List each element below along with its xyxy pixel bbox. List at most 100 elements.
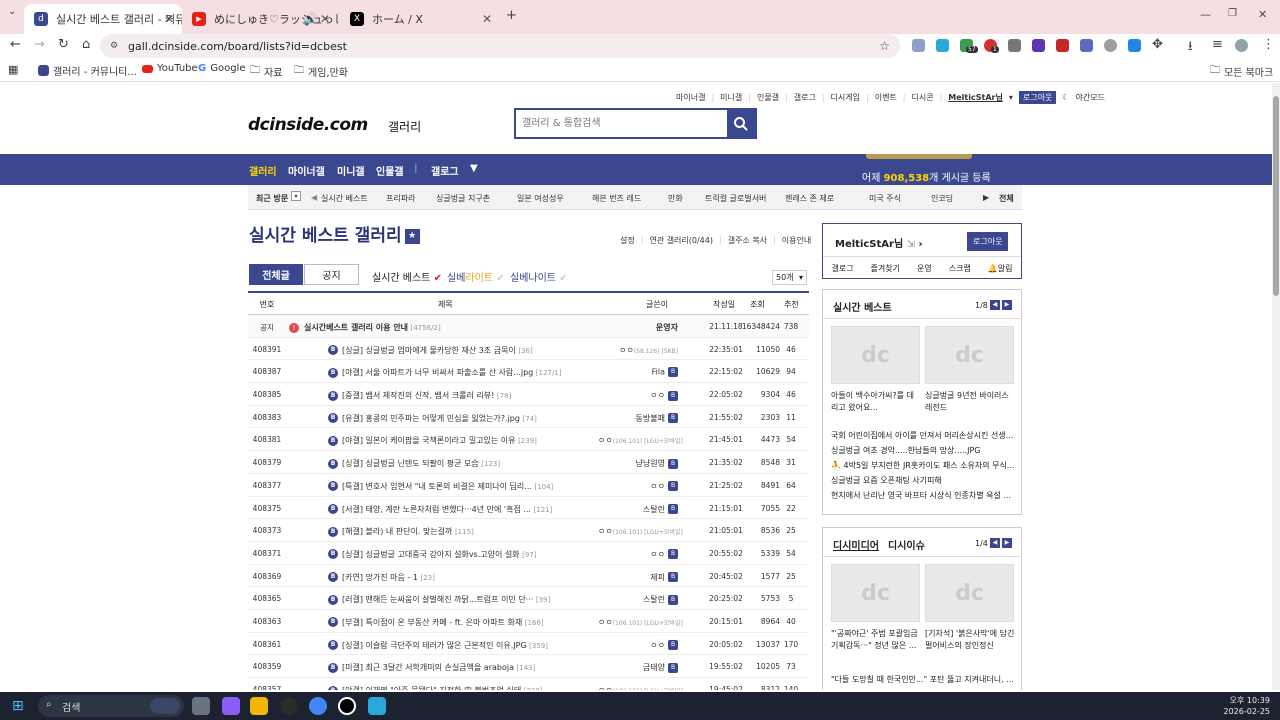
nav-minor[interactable]: 마이너갤 xyxy=(288,163,325,178)
search-button[interactable] xyxy=(727,110,755,137)
toplink-gallog[interactable]: 갤로그 xyxy=(794,92,816,103)
related-gallery-link[interactable]: 연관 갤러리(0/44) xyxy=(649,235,713,246)
copy-address-link[interactable]: 갤주소 복사 xyxy=(728,235,767,246)
post-title[interactable]: B [야갤] 서울 아파트가 너무 비싸서 파출소를 산 사람...jpg [12… xyxy=(328,367,628,378)
media-tab[interactable]: 디시미디어 xyxy=(833,537,879,552)
best-list-item[interactable]: 현지에서 난리난 영국 바프타 시상식 인종차별 욕설 ... xyxy=(831,490,1017,501)
toplink-person[interactable]: 인물갤 xyxy=(757,92,779,103)
toplink-mini[interactable]: 미니갤 xyxy=(720,92,742,103)
task-view-icon[interactable] xyxy=(192,697,210,715)
table-row[interactable]: 408365 B [러갤] 맨해든 눈싸움이 살벌해진 까닭...트럼프 이민 단·… xyxy=(248,587,809,610)
media-thumb-caption[interactable]: "'공짜야근' 주범 포괄임금 기획감독···" 정년 많은 ... xyxy=(831,628,921,652)
extension-icon[interactable] xyxy=(936,39,949,52)
extension-icon[interactable] xyxy=(1008,39,1021,52)
forward-icon[interactable]: → xyxy=(34,37,45,52)
post-writer[interactable]: ㅇㅇ(106.101) [LGU+모바일] xyxy=(598,617,683,628)
top-user-name[interactable]: MelticStAr님 xyxy=(948,92,1003,103)
recent-item[interactable]: 젠레스 존 제로 xyxy=(785,193,834,204)
nav-mini[interactable]: 미니갤 xyxy=(337,163,365,178)
app-icon[interactable] xyxy=(368,697,386,715)
toplink-game[interactable]: 디시게임 xyxy=(831,92,860,103)
table-row[interactable]: 408359 B [미갤] 최근 3달간 서학개미의 손실금액을 araboja [… xyxy=(248,655,809,678)
table-row[interactable]: 408373 B [해갤] 블라) 내 판단이. 맞는걸까 [115] ㅇㅇ(106.… xyxy=(248,519,809,542)
menu-icon[interactable]: ⋮ xyxy=(1262,37,1275,52)
toplink-minor[interactable]: 마이너갤 xyxy=(676,92,705,103)
nav-gallog[interactable]: 갤로그 xyxy=(431,163,459,178)
back-icon[interactable]: ← xyxy=(10,37,21,52)
post-writer[interactable]: ㅇㅇ B xyxy=(598,390,678,401)
bookmark-folder-games[interactable]: 🗀 게임,만화 xyxy=(294,63,348,80)
post-title[interactable]: B [카연] 망가진 마음 - 1 [23] xyxy=(328,572,628,583)
home-icon[interactable]: ⌂ xyxy=(82,37,90,52)
best-thumbnail[interactable]: dc xyxy=(925,326,1014,384)
prev-page-icon[interactable]: ◀ xyxy=(989,538,1000,548)
post-writer[interactable]: ㅇㅇ(58.126) [5KB] xyxy=(598,345,678,356)
issue-tab[interactable]: 디시이슈 xyxy=(888,537,925,552)
post-writer[interactable]: 제피 B xyxy=(598,572,678,583)
filter-realtime-best[interactable]: 실시간 베스트 ✔ xyxy=(372,269,442,284)
dark-mode-toggle[interactable]: 야간모드 xyxy=(1075,92,1104,103)
site-info-icon[interactable]: ⚙ xyxy=(110,41,118,51)
post-title[interactable]: B [서갤] 태양, 계란 노른자처럼 변했다···4년 만에 '흑점 ... [… xyxy=(328,504,628,515)
post-title[interactable]: B [싱갤] 싱글벙글 닌텐도 되팔이 평균 모습 [123] xyxy=(328,458,628,469)
recent-item[interactable]: 미국 주식 xyxy=(869,193,901,204)
bookmark-google[interactable]: G Google xyxy=(198,63,245,74)
post-title[interactable]: B [러갤] 맨해든 눈싸움이 살벌해진 까닭...트럼프 이민 단··· [39… xyxy=(328,594,628,605)
per-page-select[interactable]: 50개 ▾ xyxy=(772,270,807,285)
post-title[interactable]: B [유갤] 홍콩의 민주파는 어떻게 민심을 잃었는가?.jpg [74] xyxy=(328,413,628,424)
bookmark-youtube[interactable]: YouTube xyxy=(142,63,198,74)
apps-icon[interactable]: ▦ xyxy=(8,63,18,76)
chrome-icon[interactable] xyxy=(309,697,327,715)
reload-icon[interactable]: ↻ xyxy=(58,37,69,52)
menu-scrap[interactable]: 스크랩 xyxy=(949,263,971,274)
minimize-button[interactable]: — xyxy=(1200,8,1211,21)
table-row[interactable]: 408375 B [서갤] 태양, 계란 노른자처럼 변했다···4년 만에 '흑점… xyxy=(248,497,809,520)
media-thumb-caption[interactable]: [기자석] '붉은사막'에 담긴 펄어비스의 장인정신 xyxy=(925,628,1017,652)
download-icon[interactable]: ⭳ xyxy=(1188,37,1193,59)
close-tab-icon[interactable]: ✕ xyxy=(482,12,492,26)
media-thumbnail[interactable]: dc xyxy=(831,564,920,622)
extension-icon[interactable] xyxy=(1032,39,1045,52)
table-row[interactable]: 408381 B [야갤] 일본이 케이팝을 국책론이라고 밀고있는 이유 [239… xyxy=(248,428,809,452)
post-title[interactable]: B [중갤] 뱀서 제작진의 신작, 뱀서 크롤러 리뷰! [78] xyxy=(328,390,628,401)
copilot-icon[interactable] xyxy=(222,697,240,715)
guide-link[interactable]: 이용안내 xyxy=(782,235,811,246)
close-tab-icon[interactable]: ✕ xyxy=(164,12,174,26)
table-row[interactable]: 408363 B [부갤] 특이점이 온 부동산 카페 - ft. 은마 아파트 화… xyxy=(248,610,809,633)
close-window-button[interactable]: ✕ xyxy=(1258,8,1267,21)
extensions-puzzle-icon[interactable]: ✥ xyxy=(1152,37,1163,52)
tab-x[interactable]: X ホーム / X ✕ xyxy=(340,4,500,34)
extension-icon[interactable] xyxy=(1080,39,1093,52)
all-bookmarks[interactable]: 🗀 모든 북마크 xyxy=(1210,63,1273,80)
table-row[interactable]: 408387 B [야갤] 서울 아파트가 너무 비싸서 파출소를 산 사람...j… xyxy=(248,360,809,384)
tab-all-posts[interactable]: 전체글 xyxy=(249,264,303,285)
post-writer[interactable]: ㅇㅇ B xyxy=(598,481,678,492)
menu-manage[interactable]: 운영 xyxy=(917,263,932,274)
menu-gallog[interactable]: 갤로그 xyxy=(831,263,853,274)
recent-dropdown-icon[interactable]: ▾ xyxy=(291,191,301,201)
system-clock[interactable]: 오후 10:39 2026-02-25 xyxy=(1224,695,1271,717)
post-writer[interactable]: ㅇㅇ B xyxy=(598,549,678,560)
post-writer[interactable]: 스탈린 B xyxy=(598,504,678,515)
best-list-item[interactable]: 싱글벙글 여초 경악.....한남들의 망상.....JPG xyxy=(831,445,1017,456)
tab-notice[interactable]: 공지 xyxy=(304,264,359,285)
next-page-icon[interactable]: ▶ xyxy=(1001,300,1012,310)
post-title[interactable]: B [미갤] 최근 3달간 서학개미의 손실금액을 araboja [143] xyxy=(328,662,628,673)
media-list-item[interactable]: "다들 도망칠 때 한국인만..." 포탄 뚫고 지켜내더니, ... xyxy=(831,674,1017,685)
chevron-down-icon[interactable]: ▾ xyxy=(1009,93,1013,102)
extension-icon[interactable] xyxy=(1104,39,1117,52)
post-writer[interactable]: 냥냥원영 B xyxy=(598,458,678,469)
tab-dcinside[interactable]: d 실시간 베스트 갤러리 - 커뮤니 ✕ xyxy=(24,4,182,34)
recent-item[interactable]: 일본 여성성우 xyxy=(517,193,564,204)
menu-notification[interactable]: 🔔알림 xyxy=(988,263,1013,274)
recent-item[interactable]: 만화 xyxy=(668,193,683,204)
recent-all-link[interactable]: 전체 xyxy=(999,193,1014,204)
app-icon[interactable] xyxy=(280,697,298,715)
table-row[interactable]: 408371 B [싱갤] 싱글벙글 고대중국 강아지 설화vs.고양이 설화 [9… xyxy=(248,542,809,565)
address-bar[interactable]: ⚙ gall.dcinside.com/board/lists?id=dcbes… xyxy=(100,34,900,58)
media-thumbnail[interactable]: dc xyxy=(925,564,1014,622)
bookmark-folder-data[interactable]: 🗀 자료 xyxy=(250,63,282,80)
post-title[interactable]: B [싱갤] 싱글벙글 고대중국 강아지 설화vs.고양이 설화 [97] xyxy=(328,549,628,560)
post-writer[interactable]: 동방불패 B xyxy=(598,413,678,424)
post-title[interactable]: B[야갤] 이재명 "아주 못됐다" 지적한 中 불법조업 실태 [228] xyxy=(328,685,628,690)
